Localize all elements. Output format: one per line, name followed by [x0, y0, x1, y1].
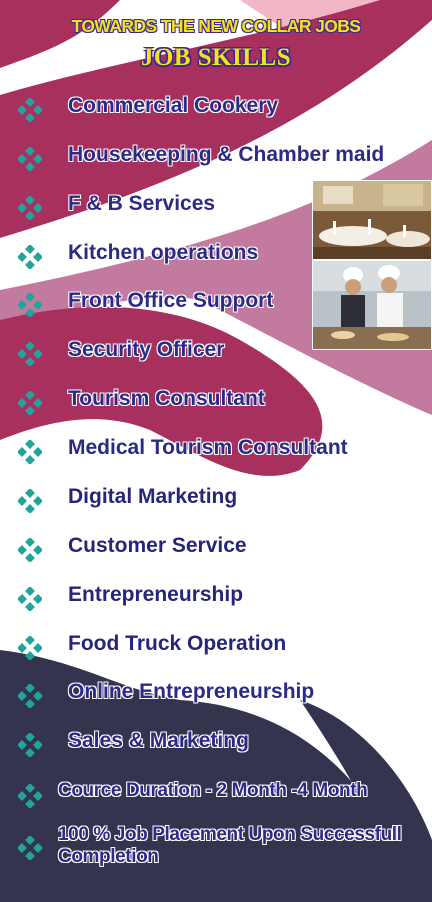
list-item: Front Office Support — [0, 283, 432, 323]
skill-label: F & B Services — [68, 192, 216, 215]
skill-label: Digital Marketing — [68, 485, 238, 508]
list-item: Commercial Cookery — [0, 88, 432, 128]
page-title: JOB SKILLS — [140, 44, 292, 71]
skill-label: Tourism Consultant — [68, 387, 265, 410]
header-tagline: TOWARDS THE NEW COLLAR JOBS — [71, 16, 361, 36]
diamond-bullet-icon — [18, 147, 42, 171]
diamond-bullet-icon — [18, 196, 42, 220]
diamond-bullet-icon — [18, 636, 42, 660]
diamond-bullet-icon — [18, 587, 42, 611]
diamond-bullet-icon — [18, 684, 42, 708]
skill-label: Customer Service — [68, 534, 247, 557]
list-item: Housekeeping & Chamber maid — [0, 137, 432, 177]
diamond-bullet-icon — [18, 293, 42, 317]
diamond-bullet-icon — [18, 836, 42, 860]
skill-label: Front Office Support — [68, 289, 274, 312]
diamond-bullet-icon — [18, 391, 42, 415]
diamond-bullet-icon — [18, 489, 42, 513]
list-item: Sales & Marketing — [0, 723, 432, 763]
skill-label: Food Truck Operation — [68, 632, 287, 655]
skill-label: Security Officer — [68, 338, 225, 361]
skill-label: Housekeeping & Chamber maid — [68, 143, 385, 166]
skill-label: Commercial Cookery — [68, 94, 279, 117]
list-item: Kitchen operations — [0, 235, 432, 275]
list-item: Medical Tourism Consultant — [0, 430, 432, 470]
diamond-bullet-icon — [18, 538, 42, 562]
list-item: Customer Service — [0, 528, 432, 568]
list-item: Food Truck Operation — [0, 626, 432, 666]
skill-label: Entrepreneurship — [68, 583, 244, 606]
diamond-bullet-icon — [18, 440, 42, 464]
diamond-bullet-icon — [18, 98, 42, 122]
course-duration-item: Cource Duration - 2 Month -4 Month — [0, 774, 432, 814]
job-placement-item: 100 % Job Placement Upon Successfull Com… — [0, 824, 432, 882]
diamond-bullet-icon — [18, 245, 42, 269]
diamond-bullet-icon — [18, 342, 42, 366]
list-item: Tourism Consultant — [0, 381, 432, 421]
skill-label: Online Entrepreneurship — [68, 680, 315, 703]
skill-label: Kitchen operations — [68, 241, 259, 264]
job-placement-label: 100 % Job Placement Upon Successfull Com… — [58, 824, 402, 867]
skill-label: Sales & Marketing — [68, 729, 249, 752]
list-item: Digital Marketing — [0, 479, 432, 519]
list-item: Security Officer — [0, 332, 432, 372]
list-item: F & B Services — [0, 186, 432, 226]
list-item: Online Entrepreneurship — [0, 674, 432, 714]
diamond-bullet-icon — [18, 784, 42, 808]
skill-label: Medical Tourism Consultant — [68, 436, 348, 459]
list-item: Entrepreneurship — [0, 577, 432, 617]
diamond-bullet-icon — [18, 733, 42, 757]
course-duration-label: Cource Duration - 2 Month -4 Month — [58, 780, 368, 801]
